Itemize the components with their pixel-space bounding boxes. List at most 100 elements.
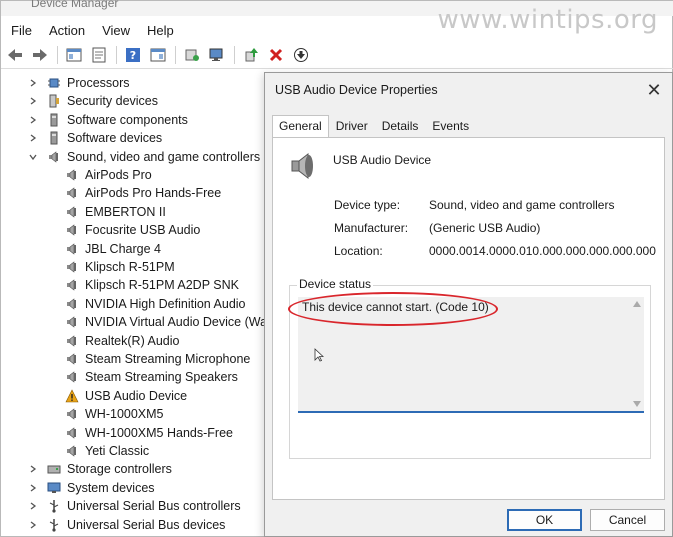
menu-action[interactable]: Action — [43, 23, 91, 38]
tree-category[interactable]: Universal Serial Bus controllers — [28, 497, 241, 515]
download-icon[interactable] — [291, 45, 311, 65]
warning-icon — [65, 389, 79, 403]
tab-general[interactable]: General — [272, 115, 329, 138]
tree-item[interactable]: AirPods Pro — [65, 166, 152, 184]
tree-item-label: USB Audio Device — [85, 388, 188, 403]
chevron-down-icon[interactable] — [28, 152, 38, 162]
uninstall-icon[interactable] — [266, 45, 286, 65]
chevron-right-icon[interactable] — [28, 96, 38, 106]
properties-icon[interactable] — [89, 45, 109, 65]
tree-item[interactable]: Steam Streaming Microphone — [65, 350, 250, 368]
tree-item[interactable]: EMBERTON II — [65, 203, 166, 221]
tab-events[interactable]: Events — [425, 115, 476, 137]
scroll-up-icon[interactable] — [633, 301, 641, 307]
tab-details[interactable]: Details — [375, 115, 426, 137]
tree-item[interactable]: JBL Charge 4 — [65, 240, 161, 258]
close-icon[interactable]: ✕ — [644, 81, 664, 101]
tree-item[interactable]: Realtek(R) Audio — [65, 332, 180, 350]
manufacturer-value: (Generic USB Audio) — [429, 221, 541, 235]
speaker-icon — [65, 334, 79, 348]
status-scrollbar[interactable] — [630, 297, 644, 411]
tree-item-label: WH-1000XM5 — [85, 407, 164, 422]
properties-dialog: USB Audio Device Properties ✕ General Dr… — [264, 72, 673, 537]
chevron-right-icon[interactable] — [28, 520, 38, 530]
show-hide-icon[interactable] — [64, 45, 84, 65]
console-tree-icon[interactable] — [148, 45, 168, 65]
tree-category[interactable]: Processors — [28, 74, 130, 92]
security-icon — [47, 94, 61, 108]
tree-item[interactable]: Klipsch R-51PM A2DP SNK — [65, 276, 239, 294]
device-status-legend: Device status — [297, 277, 374, 291]
tree-item[interactable]: Klipsch R-51PM — [65, 258, 175, 276]
tree-item-label: Focusrite USB Audio — [85, 223, 201, 238]
tab-driver[interactable]: Driver — [329, 115, 375, 137]
tree-item[interactable]: NVIDIA Virtual Audio Device (Wav — [65, 313, 272, 331]
device-name: USB Audio Device — [333, 153, 432, 167]
chevron-right-icon[interactable] — [28, 501, 38, 511]
forward-icon[interactable] — [30, 45, 50, 65]
help-icon[interactable]: ? — [123, 45, 143, 65]
tree-category[interactable]: System devices — [28, 479, 155, 497]
window-title: Device Manager — [31, 0, 119, 10]
tree-item-label: Klipsch R-51PM — [85, 260, 175, 274]
tree-item[interactable]: NVIDIA High Definition Audio — [65, 295, 246, 313]
processor-icon — [47, 76, 61, 90]
speaker-icon — [65, 426, 79, 440]
chevron-right-icon[interactable] — [28, 78, 38, 88]
speaker-icon — [65, 278, 79, 292]
ok-button[interactable]: OK — [507, 509, 582, 531]
tree-item[interactable]: Focusrite USB Audio — [65, 221, 200, 239]
cancel-button[interactable]: Cancel — [590, 509, 665, 531]
tab-strip: General Driver Details Events — [272, 115, 476, 138]
speaker-icon — [47, 150, 61, 164]
device-status-textbox[interactable]: This device cannot start. (Code 10) — [298, 297, 644, 413]
chevron-right-icon[interactable] — [28, 133, 38, 143]
menu-help[interactable]: Help — [141, 23, 180, 38]
svg-text:?: ? — [130, 49, 136, 62]
system-icon — [47, 481, 61, 495]
toolbar: ? — [1, 42, 673, 69]
tree-item-label: WH-1000XM5 Hands-Free — [85, 425, 233, 440]
menu-view[interactable]: View — [96, 23, 136, 38]
tree-category[interactable]: Storage controllers — [28, 460, 172, 478]
tree-category[interactable]: Security devices — [28, 92, 158, 110]
scan-hardware-icon[interactable] — [207, 45, 227, 65]
speaker-icon — [65, 242, 79, 256]
tree-item-label: Sound, video and game controllers — [67, 149, 261, 164]
toolbar-separator — [116, 46, 117, 64]
speaker-icon — [65, 315, 79, 329]
tree-item-label: Software devices — [67, 131, 163, 146]
speaker-icon — [65, 205, 79, 219]
tree-item-label: Universal Serial Bus devices — [67, 517, 226, 532]
toolbar-separator — [175, 46, 176, 64]
tree-item[interactable]: Steam Streaming Speakers — [65, 368, 238, 386]
menu-file[interactable]: File — [5, 23, 38, 38]
tree-item-label: NVIDIA High Definition Audio — [85, 296, 246, 311]
speaker-icon — [289, 151, 319, 181]
storage-icon — [47, 462, 61, 476]
tree-item[interactable]: AirPods Pro Hands-Free — [65, 184, 221, 202]
scroll-down-icon[interactable] — [633, 401, 641, 407]
back-icon[interactable] — [5, 45, 25, 65]
tree-category[interactable]: Software components — [28, 111, 188, 129]
tree-item[interactable]: USB Audio Device — [65, 387, 187, 405]
tree-category[interactable]: Software devices — [28, 129, 162, 147]
tree-category[interactable]: Universal Serial Bus devices — [28, 516, 225, 534]
chevron-right-icon[interactable] — [28, 483, 38, 493]
tree-item-label: AirPods Pro — [85, 168, 152, 182]
toolbar-separator — [57, 46, 58, 64]
tree-item[interactable]: WH-1000XM5 Hands-Free — [65, 424, 233, 442]
device-status-text: This device cannot start. (Code 10) — [302, 300, 489, 314]
tree-item[interactable]: WH-1000XM5 — [65, 405, 164, 423]
tree-item[interactable]: Yeti Classic — [65, 442, 149, 460]
enable-device-icon[interactable] — [241, 45, 261, 65]
menu-bar: File Action View Help — [1, 18, 673, 42]
tree-category[interactable]: Sound, video and game controllers — [28, 148, 260, 166]
chevron-right-icon[interactable] — [28, 464, 38, 474]
title-bar: Device Manager www.wintips.org — [1, 0, 673, 35]
usb-icon — [47, 499, 61, 513]
update-driver-icon[interactable] — [182, 45, 202, 65]
chevron-right-icon[interactable] — [28, 115, 38, 125]
speaker-icon — [65, 407, 79, 421]
tree-item-label: JBL Charge 4 — [85, 241, 161, 256]
